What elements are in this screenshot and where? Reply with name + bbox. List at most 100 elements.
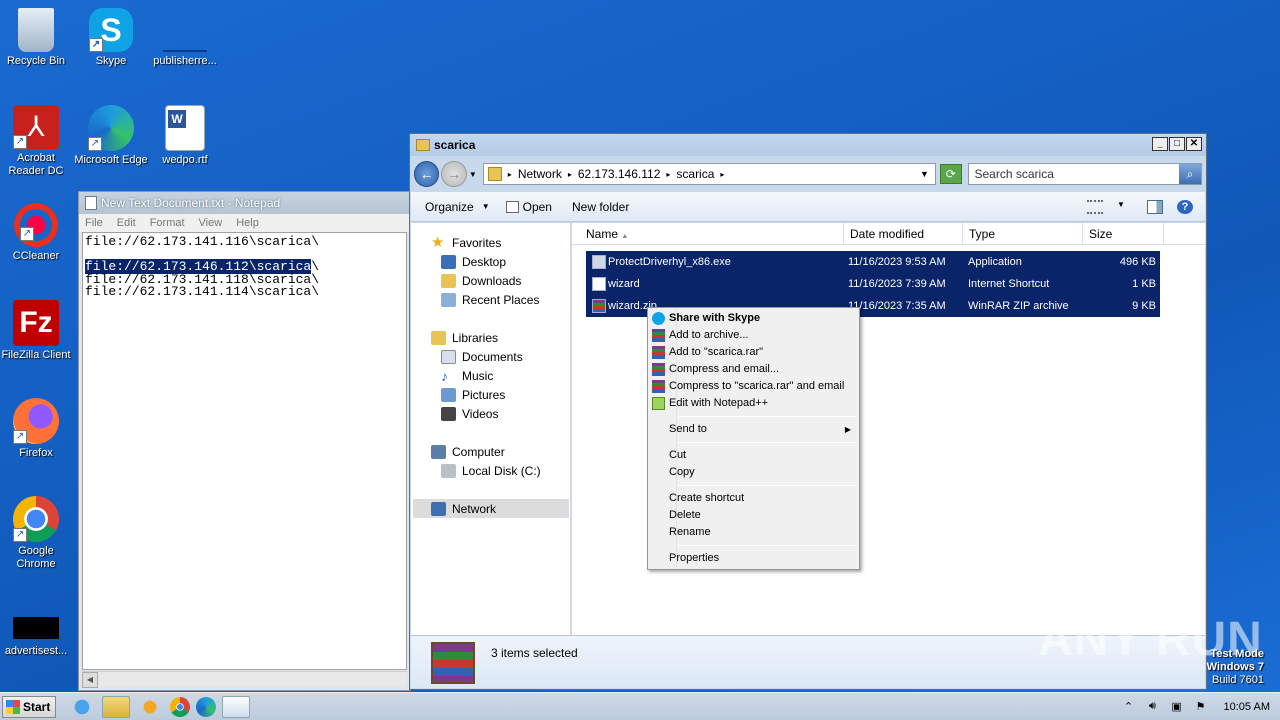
new-folder-button[interactable]: New folder: [560, 200, 637, 214]
menu-add-to-rar[interactable]: Add to "scarica.rar": [650, 344, 857, 361]
nav-videos[interactable]: Videos: [441, 404, 498, 423]
maximize-button[interactable]: □: [1169, 137, 1185, 151]
menu-separator: [678, 442, 856, 443]
desktop-icon-label: Acrobat Reader DC: [8, 152, 64, 177]
notepad-title-bar[interactable]: New Text Document.txt - Notepad: [79, 192, 410, 214]
address-bar[interactable]: ▸ Network ▸ 62.173.146.112 ▸ scarica ▸ ▼: [482, 163, 936, 185]
taskbar-edge-icon[interactable]: [196, 696, 216, 717]
column-size[interactable]: Size: [1083, 223, 1164, 245]
view-dropdown-icon[interactable]: ▼: [1117, 200, 1133, 214]
column-date[interactable]: Date modified: [844, 223, 963, 245]
show-hidden-icons-icon[interactable]: ⌃: [1122, 700, 1136, 714]
menu-file[interactable]: File: [85, 217, 103, 229]
nav-computer[interactable]: Computer: [431, 442, 505, 461]
column-extra[interactable]: [1164, 223, 1206, 245]
menu-share-with-skype[interactable]: Share with Skype: [650, 310, 857, 327]
taskbar-media-player-icon[interactable]: [136, 695, 164, 718]
nav-favorites[interactable]: ★ Favorites: [431, 233, 501, 252]
nav-label: Local Disk (C:): [462, 463, 541, 478]
open-button[interactable]: Open: [498, 200, 560, 214]
refresh-button[interactable]: ⟳: [939, 164, 962, 184]
menu-edit-with-notepadpp[interactable]: Edit with Notepad++: [650, 395, 857, 412]
menu-cut[interactable]: Cut: [650, 447, 857, 464]
desktop-icon-skype[interactable]: S ↗ Skype: [73, 8, 149, 68]
breadcrumb-host[interactable]: 62.173.146.112: [578, 167, 661, 181]
nav-pictures[interactable]: Pictures: [441, 385, 505, 404]
preview-pane-icon[interactable]: [1147, 199, 1163, 214]
desktop-icon-ccleaner[interactable]: ↗ CCleaner: [0, 203, 74, 263]
file-name: wizard: [608, 278, 640, 290]
recent-pages-dropdown-icon[interactable]: ▼: [469, 170, 477, 179]
menu-separator: [678, 485, 856, 486]
menu-compress-rar-and-email[interactable]: Compress to "scarica.rar" and email: [650, 378, 857, 395]
desktop-icon-edge[interactable]: ↗ Microsoft Edge: [73, 105, 149, 167]
breadcrumb-network[interactable]: Network: [518, 167, 562, 181]
scroll-left-icon[interactable]: ◀: [82, 672, 98, 688]
minimize-button[interactable]: _: [1152, 137, 1168, 151]
nav-music[interactable]: ♪ Music: [441, 366, 493, 385]
desktop-icon-wedpo[interactable]: W wedpo.rtf: [147, 105, 223, 167]
column-type[interactable]: Type: [963, 223, 1083, 245]
menu-add-to-archive[interactable]: Add to archive...: [650, 327, 857, 344]
column-name[interactable]: Name ▲: [572, 223, 844, 245]
breadcrumb-chevron-icon[interactable]: ▸: [666, 170, 670, 179]
address-dropdown-icon[interactable]: ▼: [920, 169, 929, 179]
nav-local-disk[interactable]: Local Disk (C:): [441, 461, 541, 480]
nav-network[interactable]: Network: [413, 499, 569, 518]
start-button[interactable]: Start: [2, 695, 56, 718]
menu-copy[interactable]: Copy: [650, 464, 857, 481]
file-row[interactable]: ProtectDriverhyl_x86.exe 11/16/2023 9:53…: [586, 251, 1160, 273]
menu-format[interactable]: Format: [150, 217, 185, 229]
forward-button[interactable]: →: [441, 161, 467, 187]
desktop-icon-filezilla[interactable]: Fz FileZilla Client: [0, 300, 74, 362]
menu-compress-and-email[interactable]: Compress and email...: [650, 361, 857, 378]
organize-button[interactable]: Organize ▼: [411, 200, 498, 214]
network-status-icon[interactable]: ▣: [1170, 700, 1184, 714]
taskbar-ie-icon[interactable]: [68, 695, 96, 718]
menu-create-shortcut[interactable]: Create shortcut: [650, 490, 857, 507]
menu-send-to[interactable]: Send to ▶: [650, 421, 857, 438]
desktop-icon-publisher[interactable]: publisherre...: [147, 8, 223, 68]
file-row[interactable]: wizard 11/16/2023 7:39 AM Internet Short…: [586, 273, 1160, 295]
desktop-icon-recycle-bin[interactable]: Recycle Bin: [0, 8, 74, 68]
breadcrumb-scarica[interactable]: scarica: [676, 167, 714, 181]
breadcrumb-chevron-icon[interactable]: ▸: [508, 170, 512, 179]
desktop-icon-acrobat[interactable]: ⅄ ↗ Acrobat Reader DC: [0, 105, 74, 178]
search-input[interactable]: Search scarica ⌕: [967, 163, 1203, 185]
back-button[interactable]: ←: [414, 161, 440, 187]
nav-desktop[interactable]: Desktop: [441, 252, 506, 271]
shortcut-arrow-icon: ↗: [13, 528, 27, 542]
winrar-icon: [652, 363, 665, 376]
clock[interactable]: 10:05 AM: [1224, 701, 1270, 713]
taskbar-explorer-icon[interactable]: [102, 695, 130, 718]
menu-view[interactable]: View: [199, 217, 223, 229]
taskbar-chrome-icon[interactable]: [170, 696, 190, 717]
close-button[interactable]: ✕: [1186, 137, 1202, 151]
help-icon[interactable]: ?: [1177, 199, 1193, 214]
menu-separator: [678, 545, 856, 546]
menu-rename[interactable]: Rename: [650, 524, 857, 541]
desktop-icon-advertise[interactable]: advertisest...: [0, 617, 74, 658]
menu-help[interactable]: Help: [236, 217, 259, 229]
nav-downloads[interactable]: Downloads: [441, 271, 521, 290]
nav-documents[interactable]: Documents: [441, 347, 523, 366]
explorer-title-bar[interactable]: scarica: [410, 134, 1206, 156]
breadcrumb-chevron-icon[interactable]: ▸: [720, 170, 724, 179]
nav-recent-places[interactable]: Recent Places: [441, 290, 539, 309]
horizontal-scrollbar[interactable]: ◀: [82, 671, 407, 688]
menu-properties[interactable]: Properties: [650, 550, 857, 567]
desktop-icon-chrome[interactable]: ↗ Google Chrome: [0, 496, 74, 571]
breadcrumb-chevron-icon[interactable]: ▸: [568, 170, 572, 179]
search-icon[interactable]: ⌕: [1179, 164, 1202, 184]
nav-label: Downloads: [462, 273, 522, 288]
notepad-text-area[interactable]: file://62.173.141.116\scarica\ file://62…: [82, 232, 407, 670]
taskbar-notepad-icon[interactable]: [222, 695, 250, 718]
view-list-icon[interactable]: [1087, 199, 1103, 214]
desktop-icon-firefox[interactable]: ↗ Firefox: [0, 398, 74, 460]
menu-delete[interactable]: Delete: [650, 507, 857, 524]
nav-libraries[interactable]: Libraries: [431, 328, 498, 347]
volume-icon[interactable]: 🔊︎: [1146, 700, 1160, 714]
action-center-flag-icon[interactable]: ⚑: [1194, 700, 1208, 714]
notepad-window[interactable]: New Text Document.txt - Notepad File Edi…: [78, 191, 411, 691]
menu-edit[interactable]: Edit: [117, 217, 136, 229]
